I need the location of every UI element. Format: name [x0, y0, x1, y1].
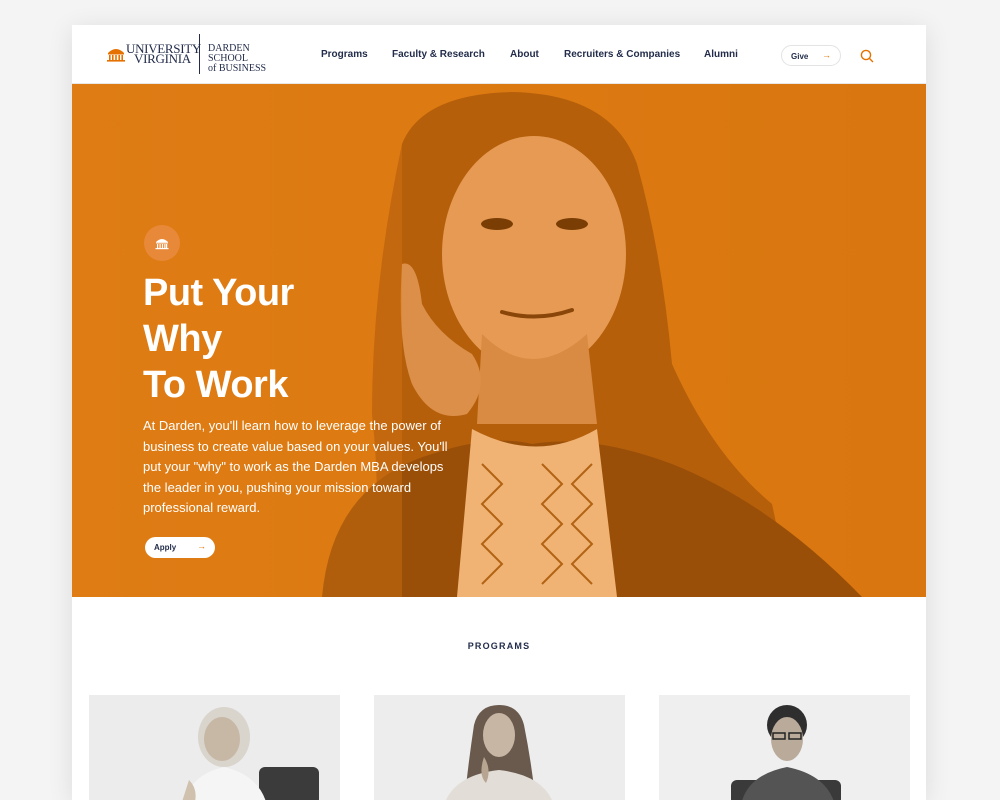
apply-button[interactable]: Apply → — [145, 537, 215, 558]
program-card[interactable] — [89, 695, 340, 800]
page: UNIVERSITY VIRGINIA DARDEN SCHOOL of BUS… — [72, 25, 926, 800]
hero-section: Put Your Why To Work At Darden, you'll l… — [72, 84, 926, 597]
search-icon[interactable] — [860, 49, 874, 63]
arrow-right-icon: → — [822, 50, 831, 60]
school-wordmark: DARDEN SCHOOL of BUSINESS — [208, 44, 291, 74]
logo-divider — [199, 34, 200, 74]
nav-item-recruiters-companies[interactable]: Recruiters & Companies — [564, 49, 680, 60]
university-wordmark: UNIVERSITY VIRGINIA — [126, 42, 201, 66]
nav-item-faculty-research[interactable]: Faculty & Research — [392, 49, 485, 60]
programs-heading: PROGRAMS — [467, 641, 531, 651]
nav-item-about[interactable]: About — [510, 49, 539, 60]
university-line2: VIRGINIA — [134, 51, 191, 66]
school-line2: of BUSINESS — [208, 63, 267, 74]
rotunda-icon — [155, 239, 169, 250]
rotunda-badge — [144, 225, 180, 261]
site-header: UNIVERSITY VIRGINIA DARDEN SCHOOL of BUS… — [72, 25, 926, 84]
give-label: Give — [791, 52, 809, 61]
nav-item-programs[interactable]: Programs — [321, 49, 368, 60]
apply-label: Apply — [154, 543, 177, 552]
hero-description: At Darden, you'll learn how to leverage … — [143, 418, 448, 515]
arrow-right-icon: → — [197, 541, 206, 551]
nav-item-alumni[interactable]: Alumni — [704, 49, 738, 60]
give-button[interactable]: Give → — [781, 45, 841, 66]
hero-title: Put Your Why To Work — [143, 270, 443, 408]
rotunda-icon — [107, 49, 125, 62]
hero-title-line3: To Work — [143, 364, 288, 406]
program-card[interactable] — [374, 695, 625, 800]
hero-title-line2: Why — [143, 318, 222, 360]
program-card-image — [89, 695, 340, 800]
hero-title-line1: Put Your — [143, 272, 294, 314]
program-card-image — [374, 695, 625, 800]
school-line1: DARDEN SCHOOL — [208, 43, 250, 64]
darden-logo[interactable]: UNIVERSITY VIRGINIA DARDEN SCHOOL of BUS… — [106, 34, 291, 74]
program-card-image — [659, 695, 910, 800]
program-card[interactable] — [659, 695, 910, 800]
